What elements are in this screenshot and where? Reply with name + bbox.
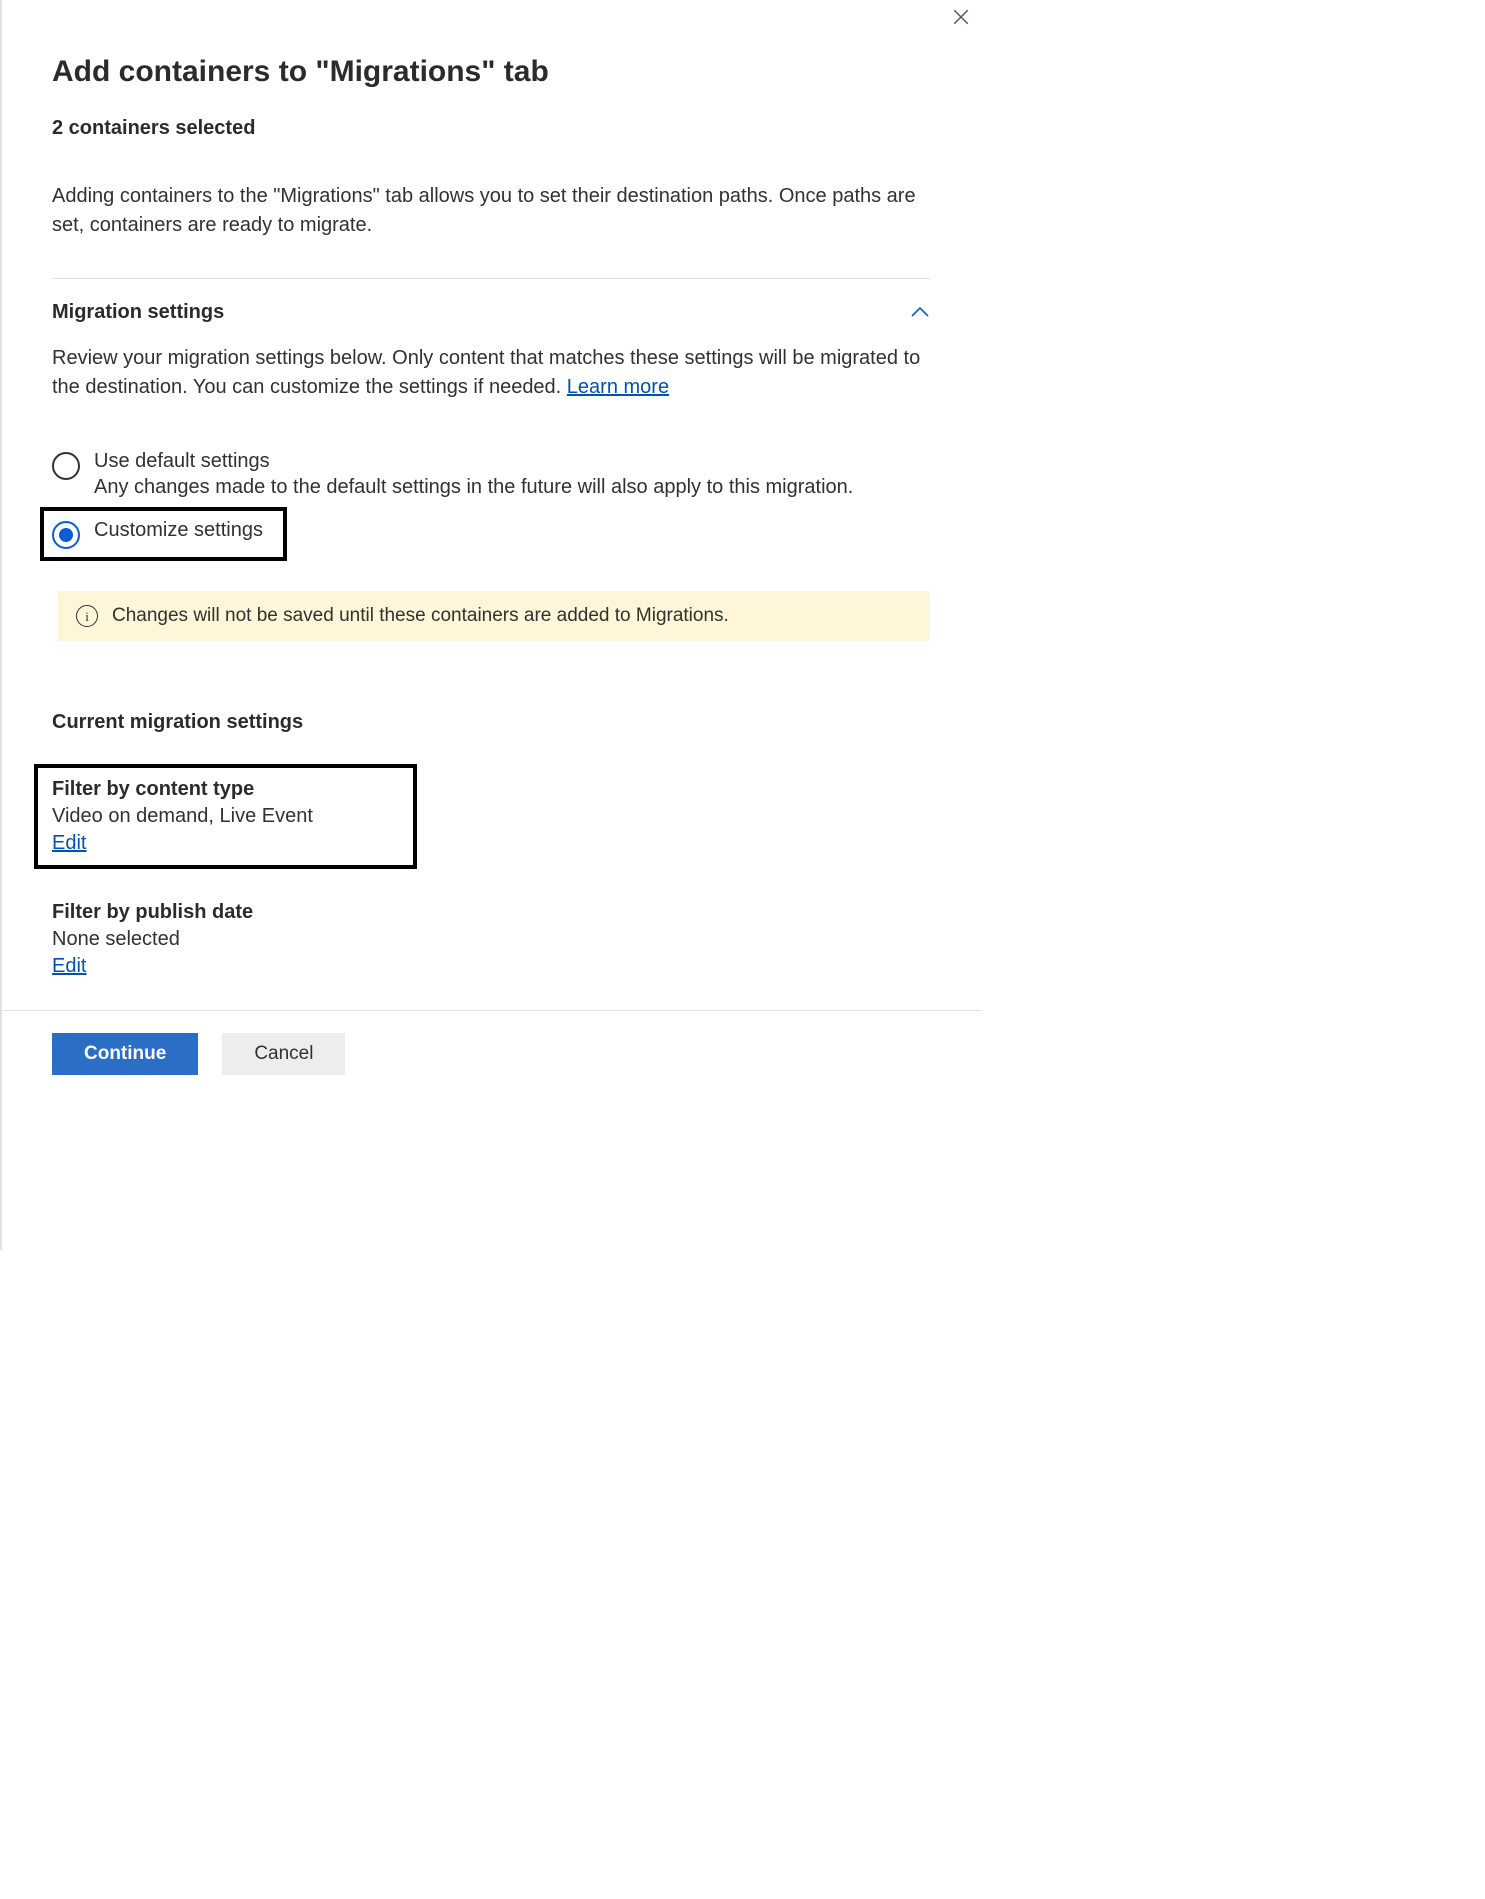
radio-use-default[interactable]: Use default settings Any changes made to… [52, 450, 930, 501]
settings-radio-group: Use default settings Any changes made to… [52, 450, 930, 575]
divider [52, 278, 930, 279]
edit-publish-date-link[interactable]: Edit [52, 955, 86, 977]
filter-publish-date-title: Filter by publish date [52, 901, 930, 924]
cancel-button[interactable]: Cancel [222, 1033, 345, 1075]
page-title: Add containers to "Migrations" tab [52, 55, 930, 89]
info-banner-text: Changes will not be saved until these co… [112, 605, 729, 627]
filter-content-type-value: Video on demand, Live Event [52, 805, 313, 828]
radio-customize[interactable]: Customize settings [52, 519, 263, 549]
filter-publish-date-value: None selected [52, 928, 930, 951]
filter-content-type-title: Filter by content type [52, 778, 313, 801]
chevron-up-icon [910, 301, 930, 324]
current-settings-heading: Current migration settings [52, 711, 930, 734]
footer: Continue Cancel [2, 1010, 982, 1105]
highlight-customize: Customize settings [40, 507, 287, 561]
radio-icon [52, 452, 80, 480]
highlight-filter-content-type: Filter by content type Video on demand, … [34, 764, 417, 869]
close-icon [952, 9, 970, 31]
learn-more-link[interactable]: Learn more [567, 376, 669, 398]
page-description: Adding containers to the "Migrations" ta… [52, 182, 930, 240]
selected-count: 2 containers selected [52, 117, 930, 140]
filter-publish-date-block: Filter by publish date None selected Edi… [52, 901, 930, 978]
continue-button[interactable]: Continue [52, 1033, 198, 1075]
close-button[interactable] [952, 8, 970, 32]
edit-content-type-link[interactable]: Edit [52, 832, 86, 854]
radio-icon [52, 521, 80, 549]
migration-settings-desc-text: Review your migration settings below. On… [52, 347, 920, 398]
migration-settings-title: Migration settings [52, 301, 224, 324]
migration-settings-description: Review your migration settings below. On… [52, 344, 930, 402]
migration-settings-header[interactable]: Migration settings [52, 301, 930, 324]
radio-customize-label: Customize settings [94, 519, 263, 542]
radio-use-default-label: Use default settings [94, 450, 930, 473]
info-icon: i [76, 605, 98, 627]
info-banner: i Changes will not be saved until these … [58, 591, 930, 641]
radio-use-default-subtext: Any changes made to the default settings… [94, 473, 930, 501]
